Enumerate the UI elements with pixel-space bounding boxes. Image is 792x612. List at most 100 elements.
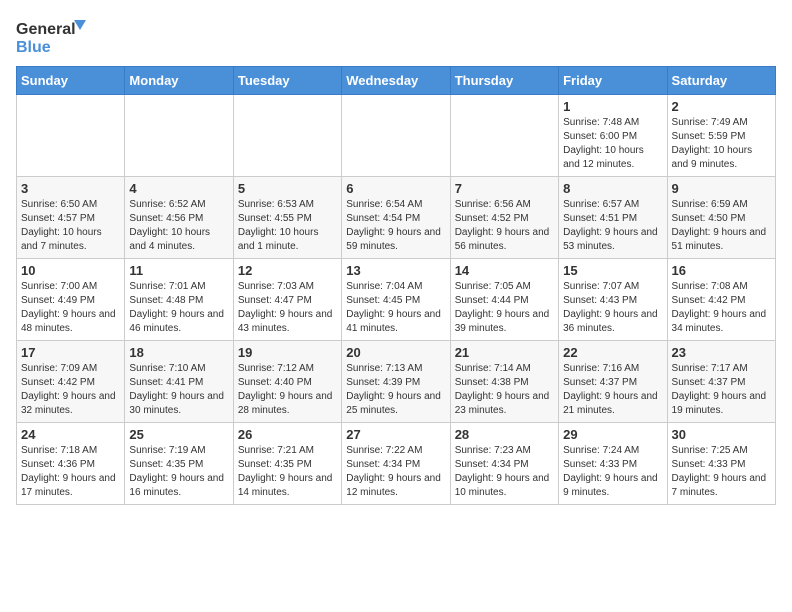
calendar-cell: 26 Sunrise: 7:21 AM Sunset: 4:35 PM Dayli… — [233, 423, 341, 505]
day-number: 23 — [672, 345, 771, 360]
day-info: Sunrise: 7:18 AM Sunset: 4:36 PM Dayligh… — [21, 444, 120, 500]
day-number: 28 — [455, 427, 554, 442]
day-info: Sunrise: 7:04 AM Sunset: 4:45 PM Dayligh… — [346, 280, 445, 336]
calendar-cell — [17, 95, 125, 177]
day-number: 8 — [563, 181, 662, 196]
week-row-1: 1 Sunrise: 7:48 AM Sunset: 6:00 PM Daylig… — [17, 95, 776, 177]
day-number: 9 — [672, 181, 771, 196]
day-number: 10 — [21, 263, 120, 278]
day-info: Sunrise: 7:19 AM Sunset: 4:35 PM Dayligh… — [129, 444, 228, 500]
calendar-cell: 20 Sunrise: 7:13 AM Sunset: 4:39 PM Dayli… — [342, 341, 450, 423]
calendar-cell: 3Sunrise: 6:50 AM Sunset: 4:57 PM Daylig… — [17, 177, 125, 259]
day-info: Sunrise: 7:09 AM Sunset: 4:42 PM Dayligh… — [21, 362, 120, 418]
day-info: Sunrise: 6:56 AM Sunset: 4:52 PM Dayligh… — [455, 198, 554, 254]
calendar-cell: 23 Sunrise: 7:17 AM Sunset: 4:37 PM Dayli… — [667, 341, 775, 423]
day-info: Sunrise: 7:08 AM Sunset: 4:42 PM Dayligh… — [672, 280, 771, 336]
day-number: 27 — [346, 427, 445, 442]
day-info: Sunrise: 7:03 AM Sunset: 4:47 PM Dayligh… — [238, 280, 337, 336]
day-number: 24 — [21, 427, 120, 442]
calendar-cell: 5 Sunrise: 6:53 AM Sunset: 4:55 PM Daylig… — [233, 177, 341, 259]
day-number: 1 — [563, 99, 662, 114]
day-header-sunday: Sunday — [17, 67, 125, 95]
calendar-cell — [233, 95, 341, 177]
day-info: Sunrise: 6:54 AM Sunset: 4:54 PM Dayligh… — [346, 198, 445, 254]
calendar-cell: 4Sunrise: 6:52 AM Sunset: 4:56 PM Daylig… — [125, 177, 233, 259]
day-number: 7 — [455, 181, 554, 196]
week-row-3: 10 Sunrise: 7:00 AM Sunset: 4:49 PM Dayli… — [17, 259, 776, 341]
calendar-cell: 7 Sunrise: 6:56 AM Sunset: 4:52 PM Daylig… — [450, 177, 558, 259]
day-info: Sunrise: 7:00 AM Sunset: 4:49 PM Dayligh… — [21, 280, 120, 336]
day-info: Sunrise: 7:16 AM Sunset: 4:37 PM Dayligh… — [563, 362, 662, 418]
day-info: Sunrise: 6:59 AM Sunset: 4:50 PM Dayligh… — [672, 198, 771, 254]
day-header-friday: Friday — [559, 67, 667, 95]
calendar-cell: 15 Sunrise: 7:07 AM Sunset: 4:43 PM Dayli… — [559, 259, 667, 341]
calendar-cell: 24 Sunrise: 7:18 AM Sunset: 4:36 PM Dayli… — [17, 423, 125, 505]
day-info: Sunrise: 7:14 AM Sunset: 4:38 PM Dayligh… — [455, 362, 554, 418]
day-header-thursday: Thursday — [450, 67, 558, 95]
calendar-cell — [342, 95, 450, 177]
calendar-cell: 25Sunrise: 7:19 AM Sunset: 4:35 PM Dayli… — [125, 423, 233, 505]
day-info: Sunrise: 6:52 AM Sunset: 4:56 PM Dayligh… — [129, 198, 228, 254]
calendar-cell: 9 Sunrise: 6:59 AM Sunset: 4:50 PM Daylig… — [667, 177, 775, 259]
day-info: Sunrise: 7:01 AM Sunset: 4:48 PM Dayligh… — [129, 280, 228, 336]
day-info: Sunrise: 6:53 AM Sunset: 4:55 PM Dayligh… — [238, 198, 337, 254]
calendar-cell — [125, 95, 233, 177]
logo-svg: GeneralBlue — [16, 16, 86, 58]
day-number: 2 — [672, 99, 771, 114]
calendar-cell: 13Sunrise: 7:04 AM Sunset: 4:45 PM Dayli… — [342, 259, 450, 341]
calendar-table: SundayMondayTuesdayWednesdayThursdayFrid… — [16, 66, 776, 505]
day-info: Sunrise: 7:17 AM Sunset: 4:37 PM Dayligh… — [672, 362, 771, 418]
calendar-cell: 18Sunrise: 7:10 AM Sunset: 4:41 PM Dayli… — [125, 341, 233, 423]
svg-text:General: General — [16, 21, 76, 38]
day-number: 6 — [346, 181, 445, 196]
week-row-4: 17 Sunrise: 7:09 AM Sunset: 4:42 PM Dayli… — [17, 341, 776, 423]
day-number: 22 — [563, 345, 662, 360]
day-number: 15 — [563, 263, 662, 278]
calendar-cell: 2 Sunrise: 7:49 AM Sunset: 5:59 PM Daylig… — [667, 95, 775, 177]
day-info: Sunrise: 7:23 AM Sunset: 4:34 PM Dayligh… — [455, 444, 554, 500]
week-row-5: 24 Sunrise: 7:18 AM Sunset: 4:36 PM Dayli… — [17, 423, 776, 505]
calendar-cell: 17 Sunrise: 7:09 AM Sunset: 4:42 PM Dayli… — [17, 341, 125, 423]
day-info: Sunrise: 7:49 AM Sunset: 5:59 PM Dayligh… — [672, 116, 771, 172]
day-number: 16 — [672, 263, 771, 278]
day-header-tuesday: Tuesday — [233, 67, 341, 95]
calendar-cell: 19Sunrise: 7:12 AM Sunset: 4:40 PM Dayli… — [233, 341, 341, 423]
day-info: Sunrise: 7:13 AM Sunset: 4:39 PM Dayligh… — [346, 362, 445, 418]
calendar-cell: 28 Sunrise: 7:23 AM Sunset: 4:34 PM Dayli… — [450, 423, 558, 505]
days-header-row: SundayMondayTuesdayWednesdayThursdayFrid… — [17, 67, 776, 95]
day-header-monday: Monday — [125, 67, 233, 95]
day-info: Sunrise: 7:10 AM Sunset: 4:41 PM Dayligh… — [129, 362, 228, 418]
day-header-wednesday: Wednesday — [342, 67, 450, 95]
day-number: 19 — [238, 345, 337, 360]
day-number: 17 — [21, 345, 120, 360]
day-info: Sunrise: 7:21 AM Sunset: 4:35 PM Dayligh… — [238, 444, 337, 500]
calendar-cell: 14Sunrise: 7:05 AM Sunset: 4:44 PM Dayli… — [450, 259, 558, 341]
day-number: 26 — [238, 427, 337, 442]
day-number: 30 — [672, 427, 771, 442]
week-row-2: 3Sunrise: 6:50 AM Sunset: 4:57 PM Daylig… — [17, 177, 776, 259]
calendar-cell: 12 Sunrise: 7:03 AM Sunset: 4:47 PM Dayli… — [233, 259, 341, 341]
day-info: Sunrise: 7:24 AM Sunset: 4:33 PM Dayligh… — [563, 444, 662, 500]
calendar-cell: 21Sunrise: 7:14 AM Sunset: 4:38 PM Dayli… — [450, 341, 558, 423]
day-number: 5 — [238, 181, 337, 196]
calendar-cell: 30 Sunrise: 7:25 AM Sunset: 4:33 PM Dayli… — [667, 423, 775, 505]
calendar-cell: 10 Sunrise: 7:00 AM Sunset: 4:49 PM Dayli… — [17, 259, 125, 341]
calendar-cell: 1 Sunrise: 7:48 AM Sunset: 6:00 PM Daylig… — [559, 95, 667, 177]
day-number: 3 — [21, 181, 120, 196]
day-number: 12 — [238, 263, 337, 278]
day-info: Sunrise: 7:07 AM Sunset: 4:43 PM Dayligh… — [563, 280, 662, 336]
day-number: 11 — [129, 263, 228, 278]
svg-text:Blue: Blue — [16, 39, 51, 56]
calendar-cell: 11 Sunrise: 7:01 AM Sunset: 4:48 PM Dayli… — [125, 259, 233, 341]
day-number: 20 — [346, 345, 445, 360]
calendar-cell: 6 Sunrise: 6:54 AM Sunset: 4:54 PM Daylig… — [342, 177, 450, 259]
page-header: GeneralBlue — [16, 16, 776, 58]
calendar-cell: 8 Sunrise: 6:57 AM Sunset: 4:51 PM Daylig… — [559, 177, 667, 259]
day-info: Sunrise: 7:48 AM Sunset: 6:00 PM Dayligh… — [563, 116, 662, 172]
day-info: Sunrise: 7:05 AM Sunset: 4:44 PM Dayligh… — [455, 280, 554, 336]
calendar-cell — [450, 95, 558, 177]
day-info: Sunrise: 7:22 AM Sunset: 4:34 PM Dayligh… — [346, 444, 445, 500]
day-info: Sunrise: 6:57 AM Sunset: 4:51 PM Dayligh… — [563, 198, 662, 254]
day-info: Sunrise: 7:25 AM Sunset: 4:33 PM Dayligh… — [672, 444, 771, 500]
calendar-cell: 22 Sunrise: 7:16 AM Sunset: 4:37 PM Dayli… — [559, 341, 667, 423]
